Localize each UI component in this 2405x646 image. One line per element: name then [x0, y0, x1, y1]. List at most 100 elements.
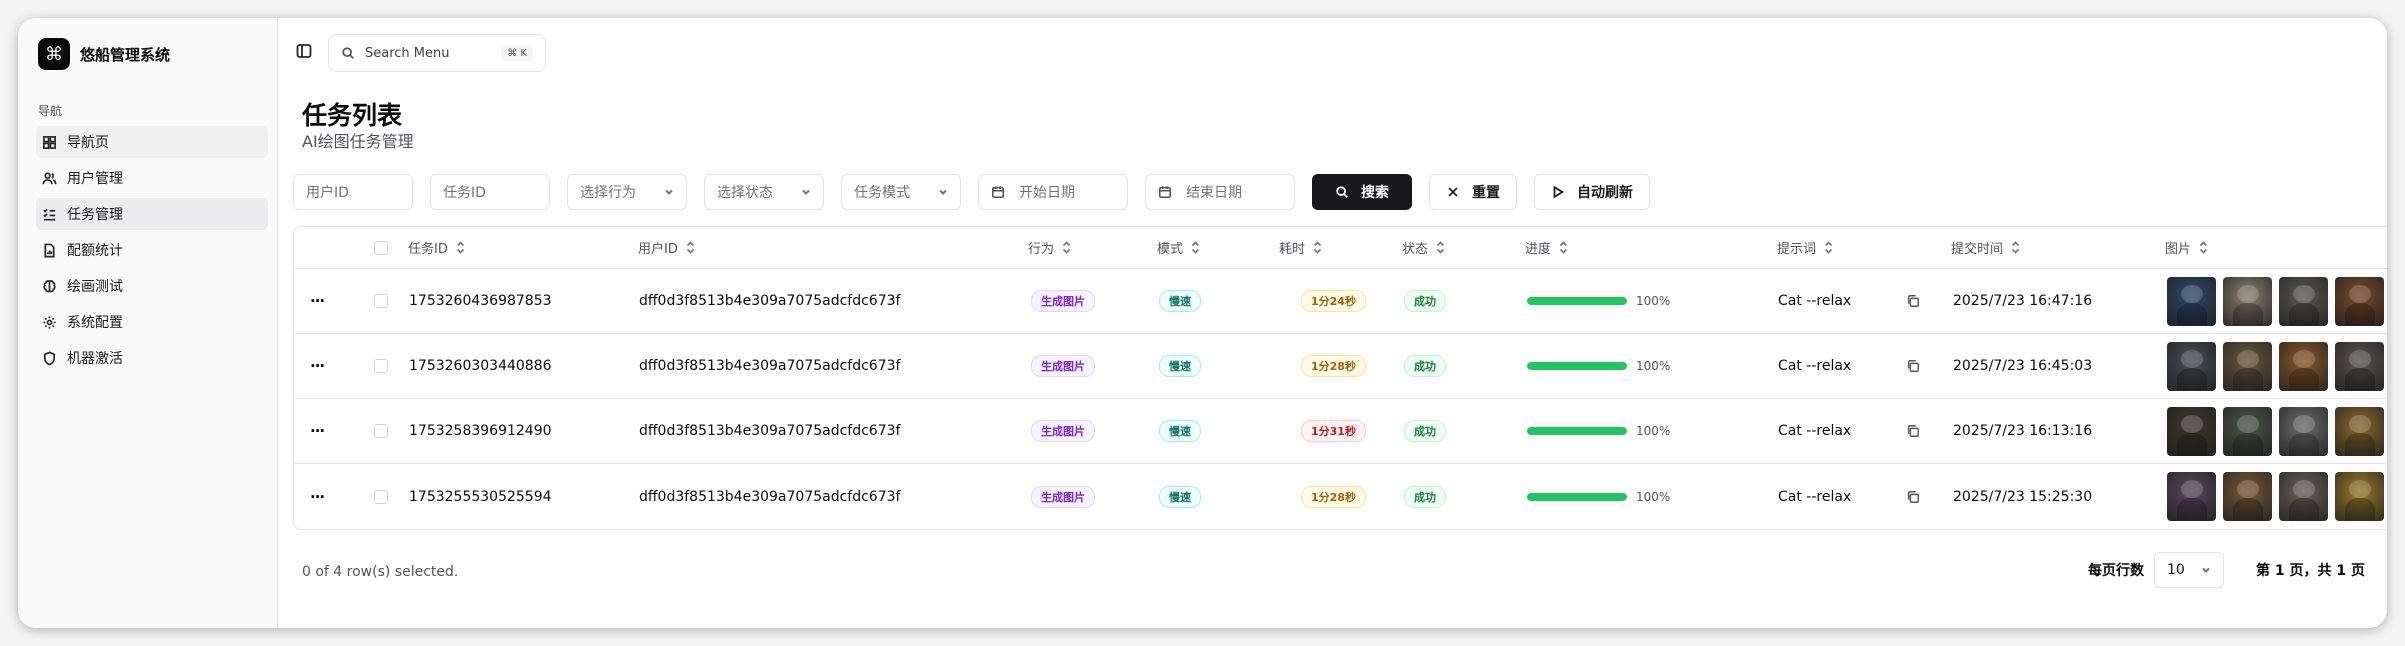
sidebar-item-label: 系统配置 [67, 315, 123, 331]
task-id-cell: 1753260303440886 [409, 358, 552, 374]
action-badge: 生成图片 [1031, 290, 1095, 312]
status-cell: 成功 [1404, 464, 1446, 529]
user-id-input[interactable]: 用户ID [293, 174, 413, 210]
cat-image-thumbnail[interactable] [2223, 472, 2272, 521]
sidebar-item-system-config[interactable]: 系统配置 [36, 306, 268, 338]
header-status[interactable]: 状态 [1402, 227, 1445, 268]
status-cell: 成功 [1404, 334, 1446, 398]
sort-icon [1824, 241, 1833, 254]
brand-name: 悠船管理系统 [80, 45, 171, 64]
action-select[interactable]: 选择行为 [567, 174, 687, 210]
search-shortcut: ⌘ K [501, 45, 533, 61]
end-date-placeholder: 结束日期 [1186, 185, 1242, 201]
shield-icon [43, 350, 56, 365]
search-icon [342, 47, 354, 59]
rows-per-page-select[interactable]: 10 [2154, 552, 2225, 588]
duration-badge: 1分24秒 [1301, 290, 1366, 312]
sidebar-item-machine-activation[interactable]: 机器激活 [36, 342, 268, 374]
auto-refresh-button[interactable]: 自动刷新 [1534, 174, 1650, 210]
auto-refresh-label: 自动刷新 [1577, 185, 1633, 201]
cat-image-thumbnail[interactable] [2223, 276, 2272, 326]
header-label: 任务ID [408, 242, 448, 257]
progress-bar [1527, 427, 1627, 435]
sidebar-item-quota[interactable]: 配额统计 [36, 234, 268, 266]
row-select-cell [374, 399, 388, 463]
row-actions-button[interactable]: ··· [310, 399, 325, 463]
cat-image-thumbnail[interactable] [2335, 406, 2384, 456]
panel-left-icon [296, 44, 312, 58]
mode-badge: 慢速 [1159, 420, 1201, 442]
cat-image-thumbnail[interactable] [2167, 406, 2216, 456]
sidebar-item-users[interactable]: 用户管理 [36, 162, 268, 194]
sidebar-item-tasks[interactable]: 任务管理 [36, 198, 268, 230]
header-task-id[interactable]: 任务ID [408, 227, 465, 268]
reset-button[interactable]: 重置 [1429, 174, 1517, 210]
copy-prompt-button[interactable] [1906, 334, 1920, 398]
cat-image-thumbnail[interactable] [2335, 472, 2384, 521]
row-actions-button[interactable]: ··· [310, 334, 325, 398]
start-date-picker[interactable]: 开始日期 [978, 174, 1128, 210]
row-checkbox[interactable] [374, 489, 388, 504]
header-label: 进度 [1525, 242, 1552, 257]
header-action[interactable]: 行为 [1028, 227, 1071, 268]
mode-select[interactable]: 任务模式 [841, 174, 961, 210]
progress-bar [1527, 362, 1627, 370]
sidebar-item-drawing-test[interactable]: 绘画测试 [36, 270, 268, 302]
copy-prompt-button[interactable] [1906, 399, 1920, 463]
brand[interactable]: ⌘ 悠船管理系统 [38, 38, 170, 70]
select-all-checkbox[interactable] [374, 240, 388, 255]
sort-icon [686, 241, 694, 254]
cat-image-thumbnail[interactable] [2167, 472, 2216, 521]
filter-bar: 用户ID 任务ID 选择行为 选择状态 任务模式 开始日期 结束日期 搜索 重置 [293, 174, 1650, 212]
row-checkbox[interactable] [374, 359, 388, 373]
copy-prompt-button[interactable] [1906, 269, 1920, 333]
sidebar-toggle-button[interactable] [296, 43, 312, 63]
status-badge: 成功 [1404, 420, 1446, 442]
header-duration[interactable]: 耗时 [1279, 227, 1322, 268]
mode-cell: 慢速 [1159, 269, 1201, 333]
cat-image-thumbnail[interactable] [2335, 341, 2384, 391]
submit-time-cell: 2025/7/23 15:25:30 [1953, 488, 2093, 505]
row-actions-button[interactable]: ··· [310, 269, 325, 333]
sidebar-item-dashboard[interactable]: 导航页 [36, 126, 268, 158]
row-actions-button[interactable]: ··· [310, 464, 325, 529]
header-submit-time[interactable]: 提交时间 [1951, 227, 2020, 268]
list-checks-icon [43, 208, 56, 220]
header-progress[interactable]: 进度 [1525, 227, 1568, 268]
search-button[interactable]: 搜索 [1312, 174, 1412, 210]
cat-image-thumbnail[interactable] [2279, 406, 2328, 456]
task-id-input[interactable]: 任务ID [430, 174, 550, 210]
row-checkbox[interactable] [374, 294, 388, 308]
select-all-cell [374, 227, 388, 268]
end-date-picker[interactable]: 结束日期 [1145, 174, 1295, 210]
cat-image-thumbnail[interactable] [2335, 276, 2384, 326]
header-mode[interactable]: 模式 [1157, 227, 1200, 268]
action-cell: 生成图片 [1031, 464, 1095, 529]
row-select-cell [374, 334, 388, 398]
sort-icon [1313, 241, 1322, 254]
header-images[interactable]: 图片 [2165, 227, 2208, 268]
cat-image-thumbnail[interactable] [2223, 406, 2272, 456]
page-title: 任务列表 [302, 101, 403, 130]
cat-image-thumbnail[interactable] [2279, 276, 2328, 326]
copy-prompt-button[interactable] [1906, 464, 1920, 529]
row-select-cell [374, 464, 388, 529]
sort-icon [456, 241, 464, 254]
cat-image-thumbnail[interactable] [2223, 341, 2272, 391]
sidebar-item-label: 配额统计 [67, 243, 123, 259]
duration-cell: 1分28秒 [1301, 334, 1366, 398]
sort-icon [2011, 241, 2020, 254]
status-select[interactable]: 选择状态 [704, 174, 824, 210]
search-button-label: 搜索 [1361, 185, 1389, 201]
header-user-id[interactable]: 用户ID [638, 227, 695, 268]
search-menu-button[interactable]: Search Menu ⌘ K [328, 34, 546, 72]
cat-image-thumbnail[interactable] [2167, 341, 2216, 391]
row-checkbox[interactable] [374, 424, 388, 438]
action-cell: 生成图片 [1031, 399, 1095, 463]
cat-image-thumbnail[interactable] [2279, 341, 2328, 391]
play-icon [1553, 185, 1565, 199]
sidebar-nav: 导航页 用户管理 任务管理 配额统计 绘画测试 系统配置 机器激活 [36, 126, 268, 378]
header-prompt[interactable]: 提示词 [1777, 227, 1833, 268]
cat-image-thumbnail[interactable] [2279, 472, 2328, 521]
cat-image-thumbnail[interactable] [2167, 276, 2216, 326]
